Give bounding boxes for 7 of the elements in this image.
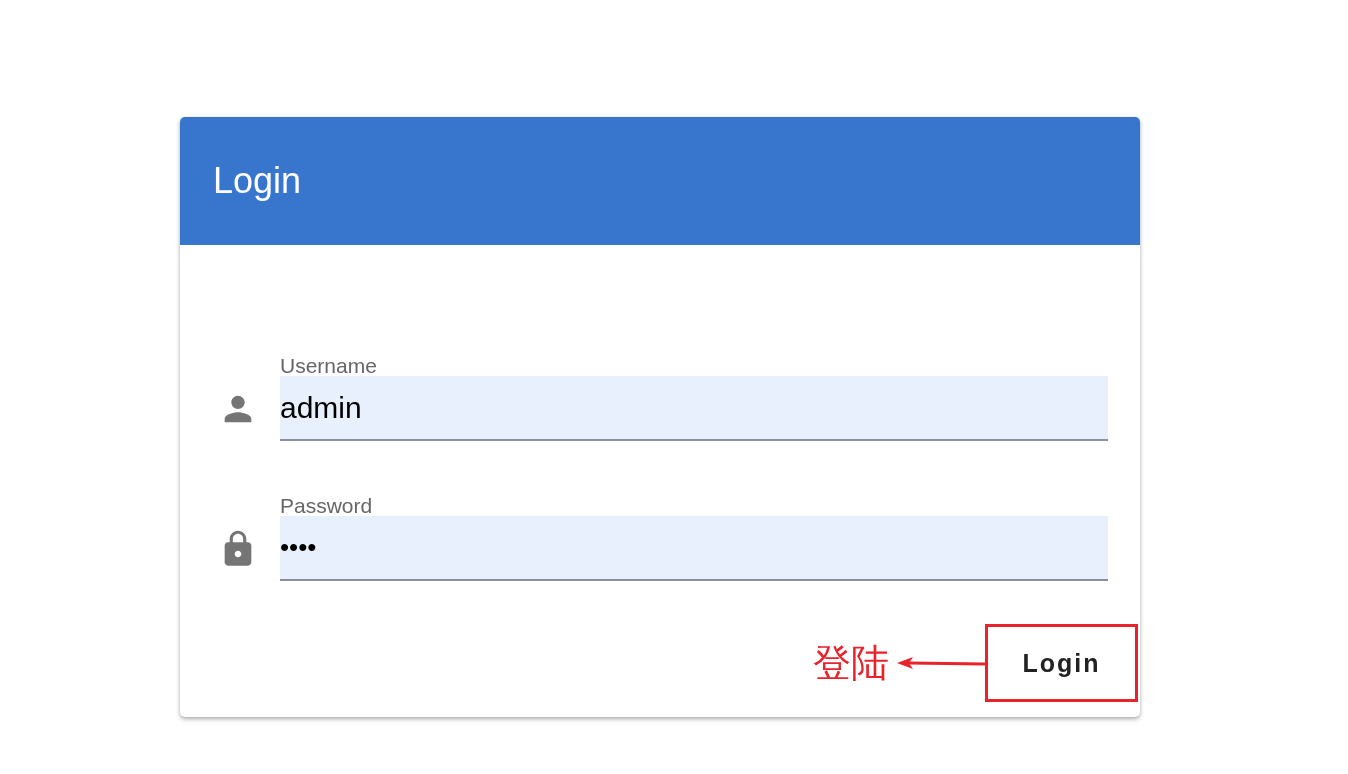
field-label: Password bbox=[280, 496, 374, 516]
card-title: Login bbox=[213, 160, 302, 202]
field-label: Username bbox=[280, 356, 378, 376]
login-button[interactable]: Login bbox=[985, 624, 1138, 702]
input-field[interactable]: •••• bbox=[280, 516, 1108, 581]
annotation-text: 登陆 bbox=[813, 640, 889, 686]
input-field[interactable]: admin bbox=[280, 376, 1108, 441]
